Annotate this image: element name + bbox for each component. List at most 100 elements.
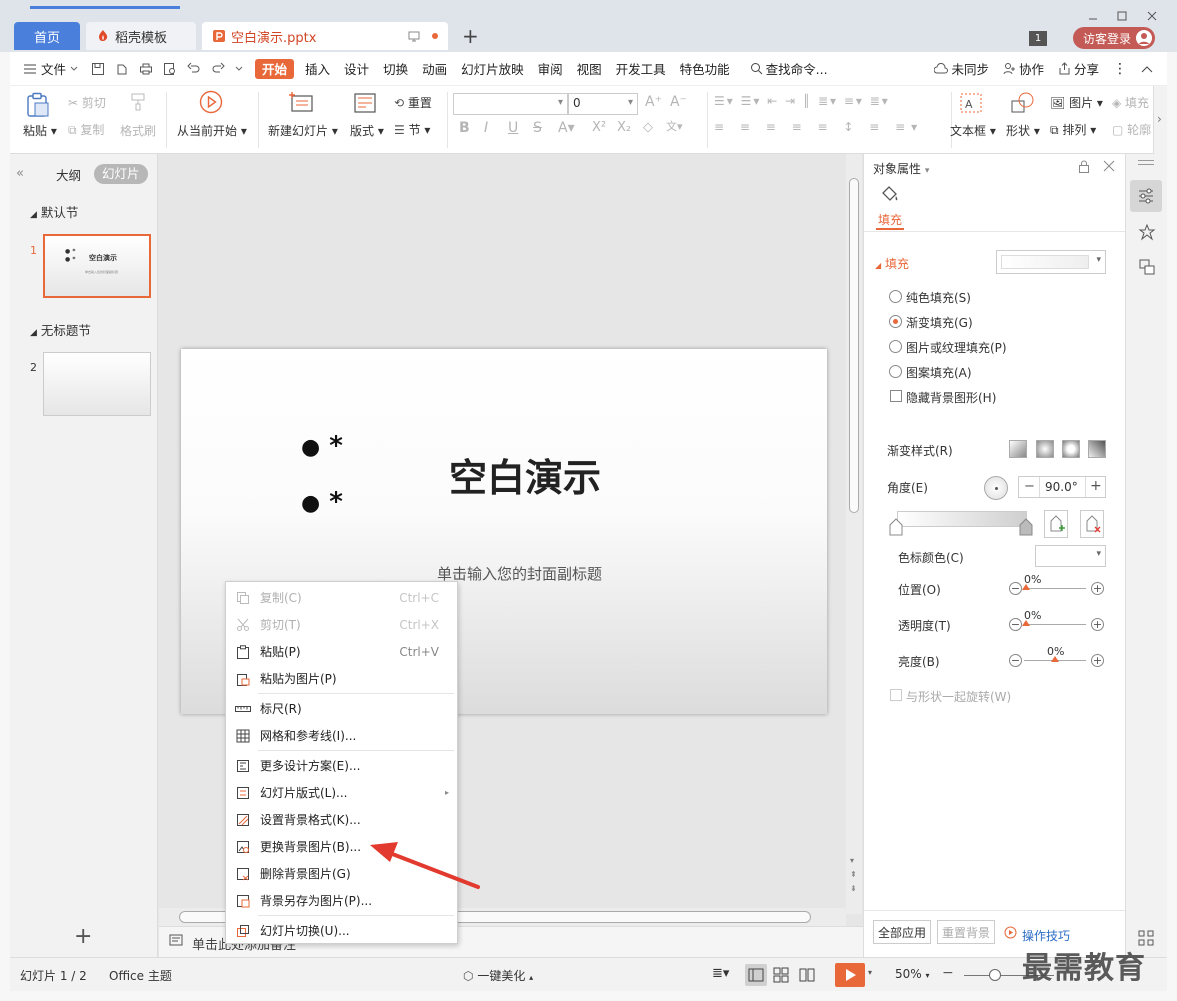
maximize-window-icon[interactable] [1116, 10, 1128, 22]
arrange-button[interactable]: ⧉ 排列 ▾ [1050, 121, 1096, 138]
page-nav-arrows[interactable]: ▾ ⇞ ⇟ [850, 854, 857, 896]
close-panel-icon[interactable] [1103, 160, 1115, 172]
animation-star-icon[interactable] [1138, 224, 1156, 242]
collapse-panel-icon[interactable]: « [16, 166, 24, 181]
radio-gradient-fill[interactable] [889, 315, 902, 328]
menu-special[interactable]: 特色功能 [673, 52, 737, 86]
notes-toggle-icon[interactable]: ≣▾ [712, 966, 729, 981]
save-icon[interactable] [91, 62, 105, 76]
close-window-icon[interactable] [1146, 10, 1158, 22]
radio-solid-fill[interactable] [889, 290, 902, 303]
transition-panel-icon[interactable] [1138, 258, 1156, 276]
angle-decrease[interactable]: − [1024, 479, 1035, 494]
ribbon-scroll-right[interactable]: › [1153, 86, 1167, 154]
new-tab-plus-icon[interactable]: + [462, 24, 479, 48]
ctx-slide-transition[interactable]: 幻灯片切换(U)... [226, 917, 457, 944]
play-slideshow-button[interactable] [835, 963, 865, 987]
notification-count-badge[interactable]: 1 [1029, 31, 1047, 46]
sorter-view-icon[interactable] [772, 966, 790, 984]
gradient-rect-icon[interactable] [1062, 440, 1080, 458]
menu-start[interactable]: 开始 [255, 58, 295, 79]
remove-gradient-stop-icon[interactable] [1080, 510, 1104, 538]
tab-slides[interactable]: 幻灯片 [94, 164, 148, 184]
new-slide-button[interactable]: 新建幻灯片 ▾ [268, 122, 338, 139]
tab-document[interactable]: 空白演示.pptx [202, 22, 448, 50]
section-button[interactable]: ☰ 节 ▾ [394, 121, 430, 138]
slide-thumbnail-2[interactable] [43, 352, 151, 416]
brightness-increase[interactable]: + [1091, 654, 1104, 667]
collapse-ribbon-icon[interactable] [1134, 52, 1167, 86]
slideshow-options-chevron[interactable]: ▾ [868, 968, 872, 977]
slide-title[interactable]: 空白演示 [449, 447, 601, 502]
subscript-icon[interactable]: X₂ [617, 120, 631, 135]
hide-bg-checkbox[interactable] [890, 390, 902, 402]
zoom-level[interactable]: 50% ▾ [895, 967, 930, 981]
italic-icon[interactable]: I [484, 120, 488, 136]
cut-button[interactable]: ✂ 剪切 [68, 94, 106, 111]
menu-animation[interactable]: 动画 [415, 52, 454, 86]
more-options-icon[interactable]: ⋮ [1106, 52, 1134, 86]
add-slide-plus-icon[interactable]: + [74, 924, 92, 949]
bullet-list-icon[interactable]: ☰▾ ☰▾ ⇤ ⇥ ║ ≣▾ ≡▾ ≣▾ [714, 94, 890, 108]
rotate-with-shape-checkbox[interactable] [890, 689, 902, 701]
section-default[interactable]: ◢ 默认节 [30, 202, 78, 221]
radio-picture-fill[interactable] [889, 340, 902, 353]
align-icons[interactable]: ≡ ≡ ≡ ≡ ≡ ↕ ≡ ≡▾ [714, 120, 923, 134]
tab-outline[interactable]: 大纲 [56, 165, 81, 184]
gradient-stop-right[interactable] [1019, 518, 1033, 536]
file-menu[interactable]: 文件 [10, 52, 85, 86]
menu-transition[interactable]: 切换 [376, 52, 415, 86]
position-increase[interactable]: + [1091, 582, 1104, 595]
ctx-ruler[interactable]: 标尺(R) [226, 695, 457, 722]
reset-button[interactable]: ⟲ 重置 [394, 94, 432, 111]
transparency-decrease[interactable]: − [1009, 618, 1022, 631]
properties-settings-icon[interactable] [1130, 180, 1162, 212]
section-untitled[interactable]: ◢ 无标题节 [30, 320, 91, 339]
angle-stepper[interactable]: − 90.0° + [1018, 476, 1106, 498]
copy-button[interactable]: ⧉ 复制 [68, 121, 104, 138]
ctx-copy[interactable]: 复制(C) Ctrl+C [226, 584, 457, 611]
increase-font-icon[interactable]: A⁺ [645, 94, 662, 110]
ctx-slide-layout[interactable]: 幻灯片版式(L)... ▸ [226, 779, 457, 806]
paste-button[interactable] [26, 92, 50, 121]
collaborate-button[interactable]: 协作 [996, 52, 1051, 86]
outline-button[interactable]: ▢ 轮廓 [1112, 121, 1151, 138]
ctx-grid-guides[interactable]: 网格和参考线(I)... [226, 722, 457, 749]
reading-view-icon[interactable] [798, 966, 816, 984]
hide-bg-label[interactable]: 隐藏背景图形(H) [906, 389, 996, 406]
position-slider-track[interactable] [1024, 588, 1086, 589]
add-gradient-stop-icon[interactable] [1044, 510, 1068, 538]
transparency-increase[interactable]: + [1091, 618, 1104, 631]
apply-all-button[interactable]: 全部应用 [873, 920, 931, 944]
picture-fill-label[interactable]: 图片或纹理填充(P) [906, 339, 1007, 356]
underline-icon[interactable]: U [508, 120, 518, 136]
angle-value[interactable]: 90.0° [1045, 480, 1078, 494]
stop-color-dropdown[interactable]: ▾ [1035, 545, 1106, 567]
ctx-cut[interactable]: 剪切(T) Ctrl+X [226, 611, 457, 638]
export-icon[interactable] [115, 62, 129, 76]
zoom-slider-handle[interactable] [989, 969, 1001, 981]
ctx-more-designs[interactable]: 更多设计方案(E)... [226, 752, 457, 779]
gradient-stop-left[interactable] [889, 518, 903, 536]
menu-slideshow[interactable]: 幻灯片放映 [454, 52, 531, 86]
fill-section-header[interactable]: ◢ 填充 [875, 255, 909, 272]
slide-subtitle[interactable]: 单击输入您的封面副标题 [437, 563, 602, 584]
picture-button[interactable]: 🖼 图片 ▾ [1050, 94, 1103, 111]
reset-background-button[interactable]: 重置背景 [937, 920, 995, 944]
paste-label[interactable]: 粘贴 ▾ [23, 122, 57, 139]
slide-bullet-placeholder[interactable]: ● * ● * [301, 419, 343, 531]
gradient-path-icon[interactable] [1088, 440, 1106, 458]
ctx-paste-as-picture[interactable]: 粘贴为图片(P) [226, 665, 457, 692]
fill-button[interactable]: ◈ 填充 [1112, 94, 1149, 111]
brightness-decrease[interactable]: − [1009, 654, 1022, 667]
superscript-icon[interactable]: X² [592, 120, 606, 135]
rotate-with-shape-label[interactable]: 与形状一起旋转(W) [906, 688, 1011, 705]
fill-color-dropdown[interactable]: ▾ [996, 250, 1106, 274]
tab-templates[interactable]: 稻壳模板 [86, 22, 196, 50]
tab-fill[interactable]: 填充 [878, 211, 902, 228]
font-size-select[interactable]: 0 ▾ [568, 93, 638, 115]
radio-pattern-fill[interactable] [889, 365, 902, 378]
font-color-icon[interactable]: A▾ [558, 120, 575, 136]
font-family-select[interactable]: ▾ [453, 93, 568, 115]
from-current-button[interactable]: 从当前开始 ▾ [177, 122, 247, 139]
